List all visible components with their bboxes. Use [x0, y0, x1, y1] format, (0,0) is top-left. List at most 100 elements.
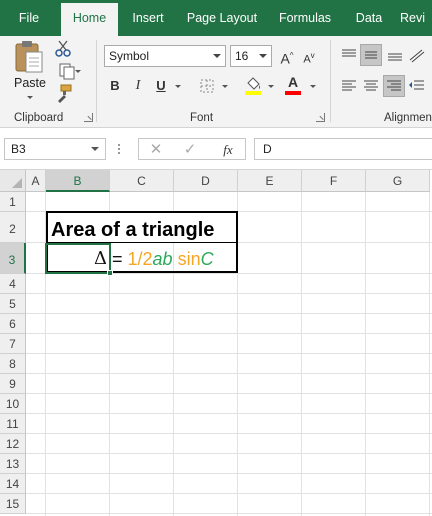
bottom-align-button[interactable]	[384, 44, 406, 66]
name-box-value: B3	[11, 142, 26, 156]
row-header-5[interactable]: 5	[0, 294, 26, 314]
gridline	[365, 192, 366, 516]
paste-button[interactable]: Paste	[12, 40, 48, 102]
chevron-down-icon[interactable]	[268, 85, 274, 88]
insert-function-button[interactable]: fx	[217, 139, 239, 161]
align-center-icon	[364, 80, 378, 91]
column-header-c[interactable]: C	[110, 170, 174, 192]
tab-data[interactable]: Data	[346, 0, 392, 36]
row-header-10[interactable]: 10	[0, 394, 26, 414]
fill-handle[interactable]	[107, 270, 113, 276]
ribbon-tab-bar: File Home Insert Page Layout Formulas Da…	[0, 0, 432, 36]
align-left-button[interactable]	[338, 75, 360, 97]
row-header-1[interactable]: 1	[0, 192, 26, 212]
column-header-a[interactable]: A	[26, 170, 46, 192]
copy-button[interactable]	[52, 60, 82, 82]
row-header-4[interactable]: 4	[0, 274, 26, 294]
group-divider	[96, 40, 97, 122]
font-size-value: 16	[235, 49, 249, 63]
chevron-down-icon[interactable]	[222, 85, 228, 88]
font-color-button[interactable]: A	[282, 73, 304, 95]
format-painter-icon	[58, 84, 72, 103]
row-header-15[interactable]: 15	[0, 494, 26, 514]
bold-button[interactable]: B	[104, 75, 126, 97]
tab-review[interactable]: Revi	[400, 0, 432, 36]
row-header-8[interactable]: 8	[0, 354, 26, 374]
column-header-f[interactable]: F	[302, 170, 366, 192]
alignment-group-label: Alignmen	[384, 112, 432, 124]
decrease-indent-button[interactable]	[406, 75, 428, 97]
align-right-button[interactable]	[383, 75, 405, 97]
scissors-icon	[55, 40, 71, 57]
ab-text: ab	[152, 249, 173, 269]
italic-button[interactable]: I	[127, 75, 149, 97]
gridline	[26, 373, 432, 374]
align-bottom-icon	[388, 53, 402, 61]
row-header-13[interactable]: 13	[0, 454, 26, 474]
shrink-font-icon: A	[303, 53, 311, 66]
cancel-icon[interactable]: ✕	[145, 139, 167, 161]
row-header-7[interactable]: 7	[0, 334, 26, 354]
cut-button[interactable]	[52, 38, 74, 60]
row-header-3[interactable]: 3	[0, 243, 26, 274]
font-launcher-icon[interactable]	[316, 113, 325, 122]
column-header-e[interactable]: E	[238, 170, 302, 192]
chevron-down-icon	[213, 54, 221, 58]
row-header-6[interactable]: 6	[0, 314, 26, 334]
formula-input[interactable]: D	[254, 138, 432, 160]
orientation-button[interactable]	[406, 44, 428, 66]
align-center-button[interactable]	[360, 75, 382, 97]
tab-insert[interactable]: Insert	[124, 0, 172, 36]
font-group-label: Font	[190, 112, 214, 124]
column-header-d[interactable]: D	[174, 170, 238, 192]
chevron-down-icon[interactable]	[310, 85, 316, 88]
row-header-9[interactable]: 9	[0, 374, 26, 394]
gridline	[26, 333, 432, 334]
font-color-icon: A	[288, 74, 299, 90]
enter-icon[interactable]: ✓	[179, 139, 201, 161]
tab-page-layout[interactable]: Page Layout	[180, 0, 264, 36]
row-header-12[interactable]: 12	[0, 434, 26, 454]
gridline	[429, 192, 430, 516]
borders-button[interactable]	[196, 75, 218, 97]
indent-icon	[409, 80, 424, 90]
gridline	[26, 313, 432, 314]
select-all-button[interactable]	[0, 170, 26, 192]
name-box[interactable]: B3	[4, 138, 106, 160]
column-header-b[interactable]: B	[46, 170, 110, 192]
chevron-down-icon	[91, 147, 99, 151]
increase-font-size-button[interactable]: A^	[276, 45, 298, 67]
row-header-2[interactable]: 2	[0, 212, 26, 243]
grow-font-icon: A	[280, 50, 290, 67]
fill-color-button[interactable]	[242, 73, 264, 95]
font-name-dropdown[interactable]: Symbol	[104, 45, 226, 67]
gridline	[26, 473, 432, 474]
active-cell-selection	[45, 243, 111, 274]
orientation-icon	[409, 49, 425, 63]
row-header-14[interactable]: 14	[0, 474, 26, 494]
cell-b2-title[interactable]: Area of a triangle	[46, 211, 238, 243]
cell-c3-text[interactable]: = 1/2ab sinC	[112, 245, 214, 273]
tab-home[interactable]: Home	[61, 3, 118, 36]
decrease-font-size-button[interactable]: Av	[298, 45, 320, 67]
underline-button[interactable]: U	[150, 75, 172, 97]
chevron-down-icon[interactable]	[175, 85, 181, 88]
equals-text: =	[112, 249, 128, 269]
tab-formulas[interactable]: Formulas	[272, 0, 338, 36]
gridline	[26, 393, 432, 394]
gridline	[26, 293, 432, 294]
gridline	[26, 433, 432, 434]
tab-file[interactable]: File	[6, 0, 52, 36]
align-right-icon	[387, 80, 401, 91]
row-header-11[interactable]: 11	[0, 414, 26, 434]
column-header-g[interactable]: G	[366, 170, 430, 192]
font-size-dropdown[interactable]: 16	[230, 45, 272, 67]
format-painter-button[interactable]	[52, 82, 74, 104]
gridline	[301, 192, 302, 516]
middle-align-button[interactable]	[360, 44, 382, 66]
top-align-button[interactable]	[338, 44, 360, 66]
clipboard-group-label: Clipboard	[14, 112, 64, 124]
sin-text: sin	[172, 249, 201, 269]
clipboard-launcher-icon[interactable]	[84, 113, 93, 122]
drag-handle-icon[interactable]	[118, 142, 121, 156]
